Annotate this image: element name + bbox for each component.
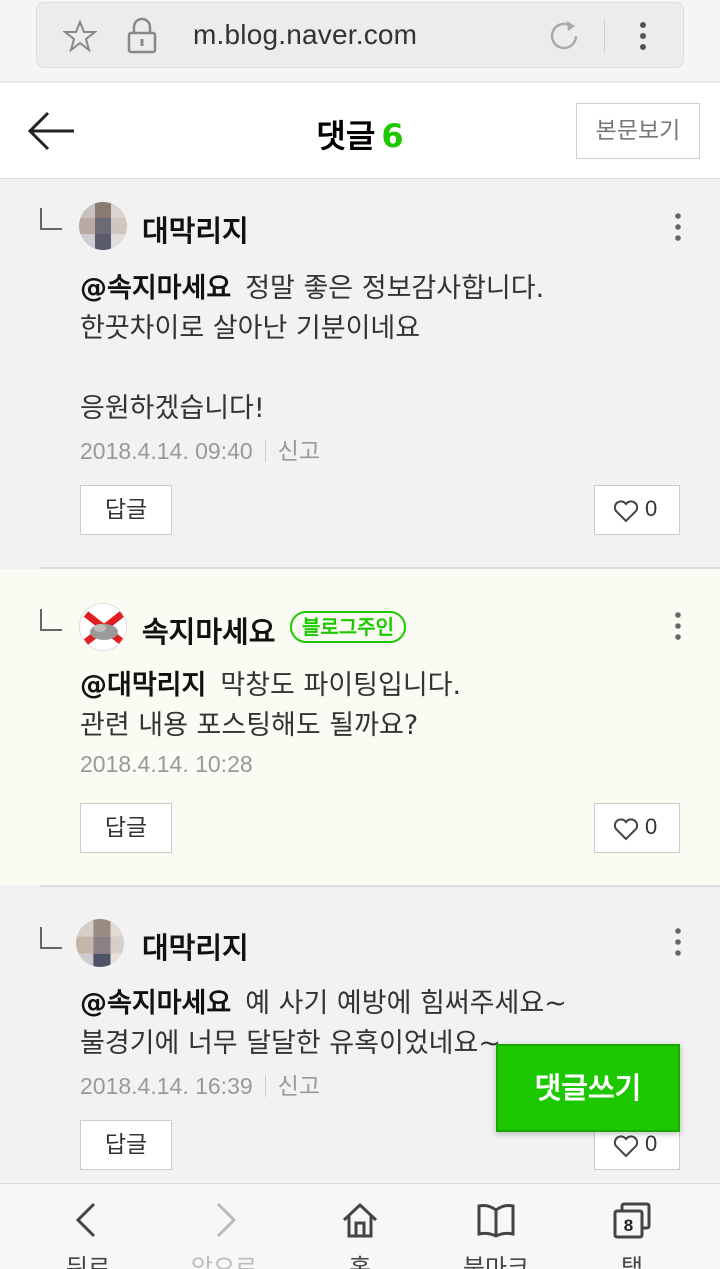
comment-text-line: 불경기에 너무 달달한 유혹이었네요~ [80,1028,501,1059]
comment-item: 속지마세요 블로그주인 @대막리지 막창도 파이팅입니다. 관련 내용 포스팅해도… [0,569,720,885]
divider [604,19,605,53]
like-button[interactable]: 0 [594,803,680,853]
comments-header: 댓글 6 본문보기 [0,83,720,179]
avatar[interactable] [79,603,127,651]
nav-label: 앞으로 [190,1254,258,1269]
comment-text-line: 응원하겠습니다! [80,393,265,424]
address-bar[interactable]: m.blog.naver.com [36,2,684,68]
comment-text: 정말 좋은 정보감사합니다. [245,273,545,304]
reply-button[interactable]: 답글 [80,1120,172,1170]
nav-label: 뒤로 [65,1254,111,1269]
tabs-icon: 8 [613,1202,651,1239]
nav-home-button[interactable]: 홈 [288,1184,432,1269]
nav-tabs-button[interactable]: 8 탭 [560,1184,704,1269]
reply-indicator-icon [40,927,62,949]
more-options-icon[interactable] [668,609,688,643]
mention[interactable]: @속지마세요 [80,988,231,1019]
comment-author[interactable]: 대막리지 [142,208,249,250]
write-comment-button[interactable]: 댓글쓰기 [496,1044,680,1132]
reply-button[interactable]: 답글 [80,485,172,535]
more-menu-icon[interactable] [633,17,653,55]
forward-icon [216,1202,237,1238]
more-options-icon[interactable] [668,210,688,244]
comment-date: 2018.4.14. 09:40 [80,438,253,464]
comment-date: 2018.4.14. 16:39 [80,1073,253,1099]
bookmark-icon [477,1204,515,1238]
nav-label: 홈 [348,1254,372,1269]
avatar[interactable] [76,919,124,967]
nav-back-button[interactable]: 뒤로 [16,1184,160,1269]
browser-bottom-nav: 뒤로 앞으로 홈 북마크 8 탭 [0,1183,720,1269]
avatar[interactable] [79,202,127,250]
report-link[interactable]: 신고 [278,1074,320,1100]
comment-text-line: 한끗차이로 살아난 기분이네요 [80,313,421,344]
title-label: 댓글 [316,117,376,155]
like-count: 0 [645,496,658,521]
comment-text-line: @속지마세요 예 사기 예방에 힘써주세요~ [80,981,567,1020]
like-button[interactable]: 0 [594,485,680,535]
more-options-icon[interactable] [668,925,688,959]
heart-icon [613,818,639,841]
heart-icon [613,1135,639,1158]
comment-meta: 2018.4.14. 16:39 신고 [80,1067,320,1101]
mention[interactable]: @대막리지 [80,670,206,701]
nav-forward-button[interactable]: 앞으로 [152,1184,296,1269]
lock-icon [127,17,157,54]
comment-text-line: @대막리지 막창도 파이팅입니다. [80,663,461,702]
divider [264,1075,266,1097]
mention[interactable]: @속지마세요 [80,273,231,304]
reply-indicator-icon [40,609,62,631]
back-icon [75,1202,96,1238]
reply-button[interactable]: 답글 [80,803,172,853]
comment-item: 대막리지 @속지마세요 정말 좋은 정보감사합니다. 한끗차이로 살아난 기분이네… [0,180,720,568]
reload-icon[interactable] [545,17,583,55]
star-icon[interactable] [63,19,97,53]
report-link[interactable]: 신고 [278,439,320,465]
comment-author[interactable]: 속지마세요 [142,609,275,651]
nav-label: 탭 [620,1254,644,1269]
nav-label: 북마크 [462,1254,530,1269]
nav-bookmark-button[interactable]: 북마크 [424,1184,568,1269]
comment-text: 예 사기 예방에 힘써주세요~ [245,988,567,1019]
comment-meta: 2018.4.14. 09:40 신고 [80,432,320,466]
browser-toolbar: m.blog.naver.com [0,0,720,82]
comment-date: 2018.4.14. 10:28 [80,751,253,777]
url-text[interactable]: m.blog.naver.com [193,19,417,51]
like-count: 0 [645,1131,658,1156]
comment-author[interactable]: 대막리지 [142,925,249,967]
heart-icon [613,500,639,523]
blog-owner-badge: 블로그주인 [290,611,406,643]
comment-text: 막창도 파이팅입니다. [220,670,462,701]
comment-meta: 2018.4.14. 10:28 [80,751,253,778]
view-post-button[interactable]: 본문보기 [576,103,700,159]
comment-text-line: @속지마세요 정말 좋은 정보감사합니다. [80,266,544,305]
home-icon [342,1202,378,1238]
reply-indicator-icon [40,208,62,230]
comment-count: 6 [381,117,404,155]
comment-item: 대막리지 @속지마세요 예 사기 예방에 힘써주세요~ 불경기에 너무 달달한 유… [0,887,720,1183]
comment-text-line: 관련 내용 포스팅해도 될까요? [80,710,419,741]
divider [264,440,266,462]
tab-count: 8 [624,1216,633,1235]
like-count: 0 [645,814,658,839]
